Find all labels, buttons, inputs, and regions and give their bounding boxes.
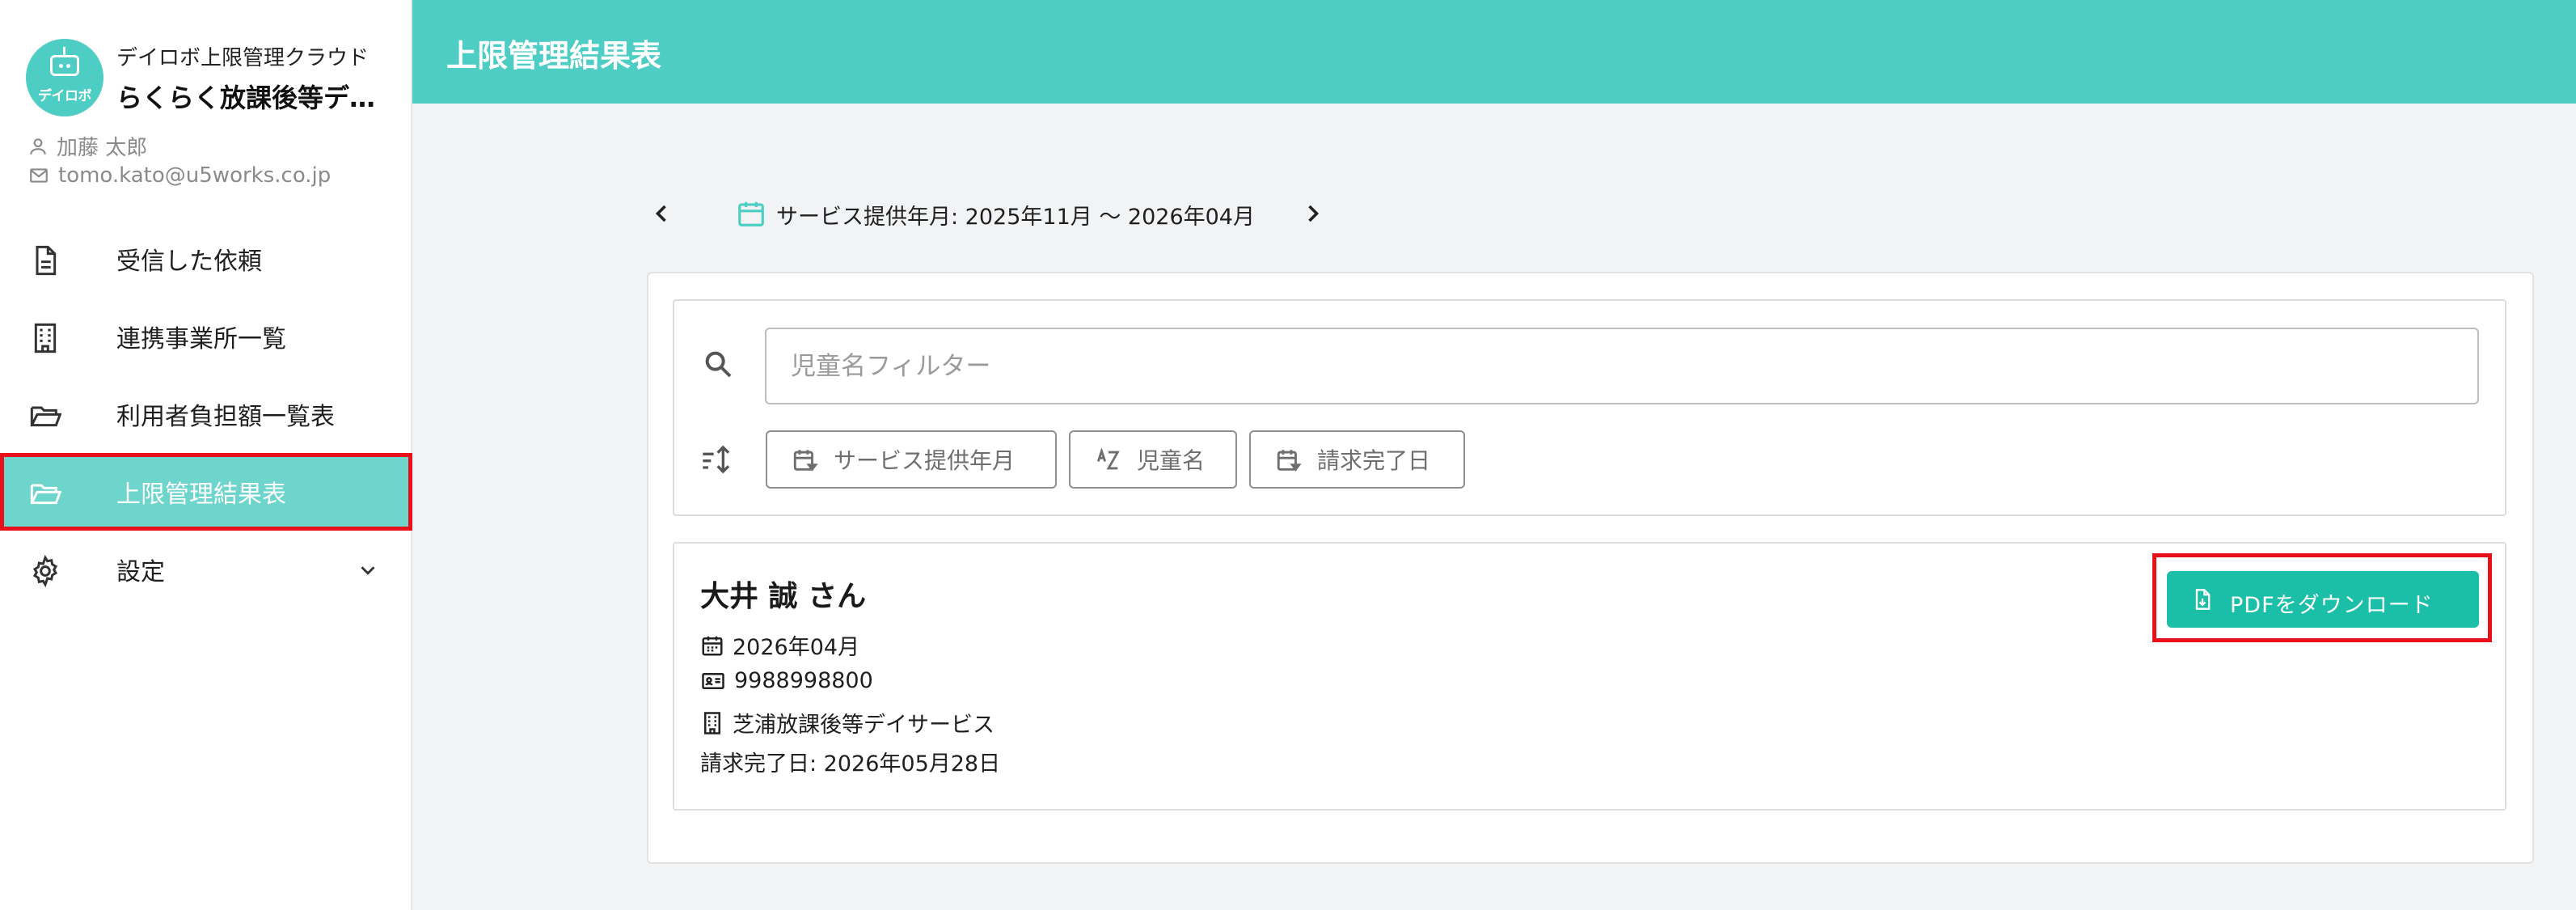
calendar-icon[interactable] [736, 197, 766, 230]
user-name-row: 加藤 太郎 [27, 131, 147, 161]
sort-button-label: 児童名 [1137, 447, 1206, 474]
sidebar-item-label: 上限管理結果表 [116, 480, 286, 509]
folder-icon [30, 484, 61, 505]
mail-icon [30, 168, 48, 183]
sidebar-item-limit-result[interactable]: 上限管理結果表 [0, 453, 412, 531]
building-icon [34, 323, 57, 353]
service-month: 2026年04月 [733, 635, 860, 660]
chevron-right-icon[interactable] [1299, 199, 1328, 228]
building-icon [704, 711, 720, 734]
sort-button-label: サービス提供年月 [834, 447, 1016, 474]
sort-service-month-button[interactable]: サービス提供年月 [766, 430, 1057, 489]
download-pdf-button[interactable]: PDFをダウンロード [2167, 571, 2479, 628]
sidebar-item-partner-offices[interactable]: 連携事業所一覧 [0, 298, 412, 375]
chevron-down-icon[interactable] [356, 558, 380, 582]
app-logo[interactable]: デイロボ [26, 39, 103, 116]
search-icon [705, 351, 732, 378]
page-title: 上限管理結果表 [446, 38, 662, 74]
user-email: tomo.kato@u5works.co.jp [58, 163, 332, 188]
sidebar-item-settings[interactable]: 設定 [0, 531, 412, 608]
file-download-icon [2195, 589, 2211, 610]
service-month-row: 2026年04月 [700, 629, 859, 661]
sidebar-item-label: 利用者負担額一覧表 [116, 403, 335, 431]
sidebar-item-label: 設定 [116, 558, 165, 586]
recipient-number-row: 9988998800 [700, 668, 873, 693]
document-icon [36, 245, 57, 276]
sidebar-item-label: 連携事業所一覧 [116, 325, 286, 353]
user-name: 加藤 太郎 [57, 136, 148, 160]
service-period-label[interactable]: サービス提供年月: 2025年11月 〜 2026年04月 [776, 199, 1255, 231]
user-email-row: tomo.kato@u5works.co.jp [27, 163, 331, 188]
brand: デイロボ デイロボ上限管理クラウド らくらく放課後等デイサービス [26, 39, 391, 116]
facility-row: 芝浦放課後等デイサービス [700, 707, 995, 739]
folder-icon [30, 406, 61, 427]
calendar-sort-icon [1277, 450, 1302, 472]
gear-icon [32, 555, 58, 587]
sort-billing-date-button[interactable]: 請求完了日 [1249, 430, 1465, 489]
recipient-number: 9988998800 [734, 668, 873, 693]
sidebar: デイロボ デイロボ上限管理クラウド らくらく放課後等デイサービス 加藤 太郎 t… [0, 0, 412, 910]
chevron-left-icon[interactable] [647, 199, 676, 228]
billing-complete-row: 請求完了日: 2026年05月28日 [700, 746, 1000, 777]
sort-button-label: 請求完了日 [1317, 447, 1431, 474]
logo-text: デイロボ [38, 88, 92, 104]
sidebar-item-user-burden-list[interactable]: 利用者負担額一覧表 [0, 375, 412, 453]
facility-name: らくらく放課後等デイサービス [116, 82, 391, 113]
top-header: 上限管理結果表 [412, 0, 2576, 104]
sidebar-item-received-requests[interactable]: 受信した依頼 [0, 220, 412, 298]
sort-icon [703, 445, 730, 474]
app-subtitle: デイロボ上限管理クラウド [116, 45, 370, 70]
facility-name: 芝浦放課後等デイサービス [733, 713, 995, 738]
billing-complete-date: 請求完了日: 2026年05月28日 [700, 751, 1001, 777]
sidebar-item-label: 受信した依頼 [116, 248, 262, 276]
download-pdf-label: PDFをダウンロード [2230, 593, 2434, 618]
calendar-sort-icon [793, 450, 818, 472]
sort-alpha-icon [1096, 447, 1120, 470]
child-name: 大井 誠 さん [700, 580, 867, 613]
person-icon [30, 138, 46, 154]
calendar-icon [702, 636, 723, 655]
robot-icon [50, 55, 79, 76]
sort-child-name-button[interactable]: 児童名 [1069, 430, 1237, 489]
child-name-filter-input[interactable] [765, 328, 2479, 404]
id-card-icon [702, 672, 724, 689]
